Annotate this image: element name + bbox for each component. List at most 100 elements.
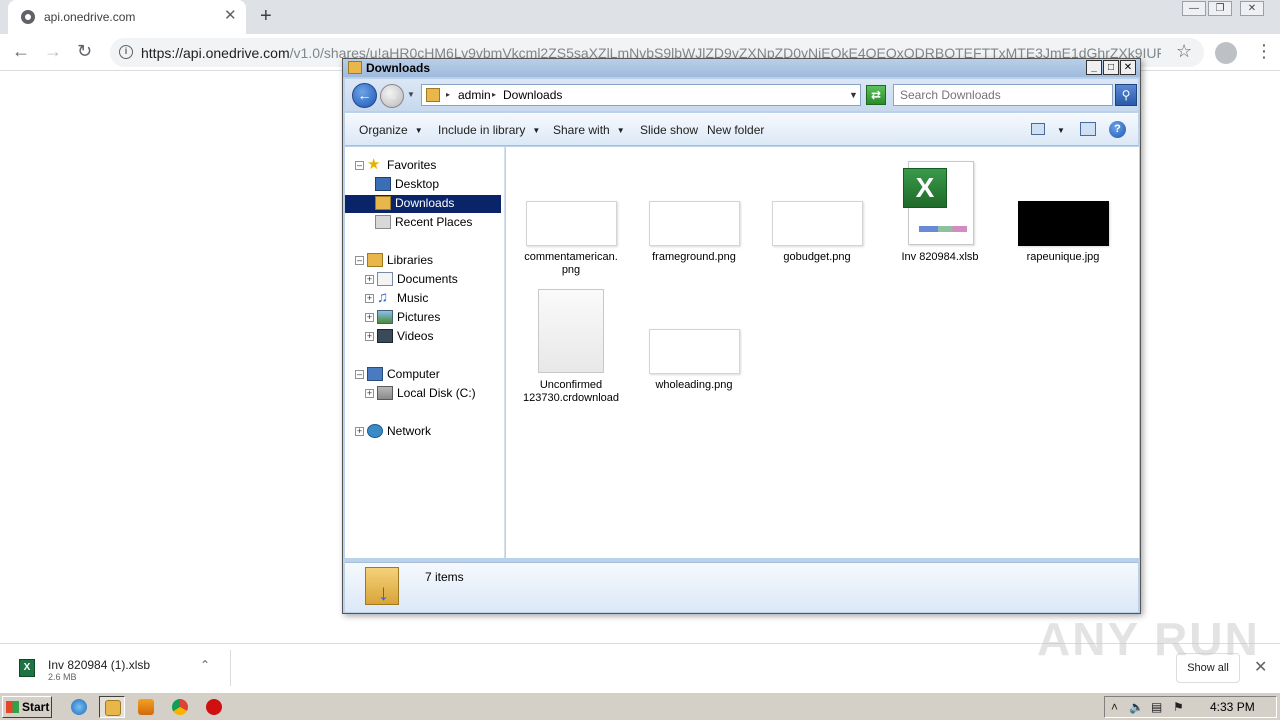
- profile-avatar-icon[interactable]: [1215, 42, 1237, 64]
- file-item[interactable]: wholeading.png: [635, 329, 753, 399]
- breadcrumb[interactable]: ▸ admin ▸ Downloads ▼: [421, 84, 861, 106]
- watermark-logo: ANY RUN: [1037, 613, 1260, 665]
- search-input[interactable]: [894, 85, 1114, 105]
- folder-icon: [105, 700, 121, 716]
- image-thumbnail: [1018, 201, 1109, 246]
- computer-icon: [367, 367, 383, 381]
- expand-icon[interactable]: +: [355, 427, 364, 436]
- file-item[interactable]: X Inv 820984.xlsb: [881, 161, 999, 271]
- recent-places-icon: [375, 215, 391, 229]
- browser-tab[interactable]: api.onedrive.com ✕: [8, 0, 246, 34]
- search-box[interactable]: [893, 84, 1114, 106]
- breadcrumb-downloads[interactable]: Downloads: [503, 88, 562, 102]
- nav-downloads[interactable]: Downloads: [345, 195, 501, 213]
- expand-icon[interactable]: +: [365, 294, 374, 303]
- menu-kebab-icon[interactable]: ⋮: [1255, 41, 1273, 61]
- view-options-chevron-icon[interactable]: ▼: [1057, 123, 1065, 137]
- new-folder-button[interactable]: New folder: [707, 123, 764, 137]
- taskbar-alert[interactable]: [201, 696, 227, 718]
- explorer-maximize-button[interactable]: □: [1103, 60, 1119, 75]
- chevron-down-icon: ▼: [616, 126, 625, 135]
- refresh-icon[interactable]: ⇄: [866, 85, 886, 105]
- explorer-back-button[interactable]: ←: [352, 83, 377, 108]
- close-window-button[interactable]: ✕: [1240, 1, 1264, 16]
- windows-logo-icon: [6, 701, 19, 713]
- file-item[interactable]: gobudget.png: [758, 201, 876, 271]
- volume-icon[interactable]: 🔈: [1129, 700, 1144, 714]
- breadcrumb-admin[interactable]: admin: [458, 88, 491, 102]
- help-icon[interactable]: ?: [1109, 121, 1126, 138]
- info-icon[interactable]: i: [119, 45, 133, 59]
- file-name: Unconfirmed 123730.crdownload: [522, 379, 620, 404]
- taskbar-ie[interactable]: [66, 696, 92, 718]
- taskbar-chrome[interactable]: [167, 696, 193, 718]
- restore-window-button[interactable]: ❐: [1208, 1, 1232, 16]
- file-item[interactable]: Unconfirmed 123730.crdownload: [512, 289, 630, 407]
- new-tab-button[interactable]: +: [260, 5, 272, 28]
- nav-recent-places[interactable]: Recent Places: [375, 214, 505, 232]
- chevron-down-icon[interactable]: ▼: [849, 90, 858, 100]
- expand-icon[interactable]: +: [365, 313, 374, 322]
- slide-show-button[interactable]: Slide show: [640, 123, 698, 137]
- back-arrow-icon[interactable]: ←: [12, 41, 30, 61]
- file-name: rapeunique.jpg: [1026, 251, 1100, 263]
- organize-button[interactable]: Organize ▼: [359, 123, 423, 137]
- local-disk-icon: [377, 386, 393, 400]
- chevron-right-icon[interactable]: ▸: [446, 90, 450, 99]
- start-button[interactable]: Start: [2, 696, 52, 718]
- expand-icon[interactable]: +: [365, 332, 374, 341]
- minimize-window-button[interactable]: —: [1182, 1, 1206, 16]
- preview-pane-icon[interactable]: [1080, 122, 1096, 136]
- file-item[interactable]: commentamerican. png: [512, 201, 630, 281]
- nav-videos[interactable]: + Videos: [365, 328, 505, 346]
- collapse-icon[interactable]: –: [355, 256, 364, 265]
- excel-file-icon: X: [19, 659, 35, 677]
- excel-file-icon: X: [903, 161, 974, 245]
- nav-music[interactable]: + ♫ Music: [365, 290, 505, 308]
- forward-arrow-icon[interactable]: →: [44, 41, 62, 61]
- include-in-library-button[interactable]: Include in library ▼: [438, 123, 540, 137]
- collapse-icon[interactable]: –: [355, 370, 364, 379]
- expand-icon[interactable]: +: [365, 275, 374, 284]
- bookmark-star-icon[interactable]: ☆: [1176, 41, 1192, 62]
- nav-computer[interactable]: – Computer: [355, 366, 505, 384]
- taskbar-media-player[interactable]: [133, 696, 159, 718]
- share-with-button[interactable]: Share with ▼: [553, 123, 625, 137]
- chevron-down-icon: ▼: [532, 126, 541, 135]
- explorer-close-button[interactable]: ✕: [1120, 60, 1136, 75]
- nav-local-disk[interactable]: + Local Disk (C:): [365, 385, 505, 403]
- collapse-icon[interactable]: –: [355, 161, 364, 170]
- history-dropdown-icon[interactable]: ▼: [407, 90, 415, 99]
- taskbar-explorer[interactable]: [99, 696, 125, 718]
- search-icon[interactable]: ⚲: [1115, 84, 1137, 106]
- file-item[interactable]: frameground.png: [635, 201, 753, 271]
- reload-icon[interactable]: ↻: [77, 41, 92, 61]
- file-name: frameground.png: [652, 251, 736, 263]
- nav-network[interactable]: + Network: [355, 423, 505, 441]
- explorer-title-bar[interactable]: Downloads _ □ ✕: [343, 59, 1140, 77]
- taskbar: Start ˄ 🔈 ▤ ⚑ 4:33 PM: [0, 692, 1280, 720]
- chevron-up-icon[interactable]: ⌃: [200, 658, 210, 672]
- command-bar: Organize ▼ Include in library ▼ Share with…: [345, 113, 1138, 146]
- clock[interactable]: 4:33 PM: [1210, 700, 1255, 714]
- nav-libraries[interactable]: – Libraries: [355, 252, 505, 270]
- chevron-right-icon[interactable]: ▸: [492, 90, 496, 99]
- explorer-minimize-button[interactable]: _: [1086, 60, 1102, 75]
- show-hidden-icons-icon[interactable]: ˄: [1111, 700, 1118, 714]
- image-thumbnail: [526, 201, 617, 246]
- network-icon[interactable]: ▤: [1151, 700, 1162, 714]
- nav-pictures[interactable]: + Pictures: [365, 309, 505, 327]
- downloads-folder-icon: [375, 196, 391, 210]
- download-file-name[interactable]: Inv 820984 (1).xlsb: [48, 658, 150, 672]
- file-list: commentamerican. png frameground.png gobu…: [506, 147, 1139, 558]
- explorer-forward-button[interactable]: →: [380, 84, 404, 108]
- expand-icon[interactable]: +: [365, 389, 374, 398]
- nav-documents[interactable]: + Documents: [365, 271, 505, 289]
- change-view-icon[interactable]: [1031, 123, 1045, 135]
- file-name: Inv 820984.xlsb: [901, 251, 979, 263]
- tab-close-icon[interactable]: ✕: [224, 8, 237, 24]
- nav-desktop[interactable]: Desktop: [375, 176, 505, 194]
- action-center-flag-icon[interactable]: ⚑: [1173, 700, 1184, 714]
- nav-favorites[interactable]: – ★ Favorites: [355, 157, 505, 175]
- file-item[interactable]: rapeunique.jpg: [1004, 201, 1122, 271]
